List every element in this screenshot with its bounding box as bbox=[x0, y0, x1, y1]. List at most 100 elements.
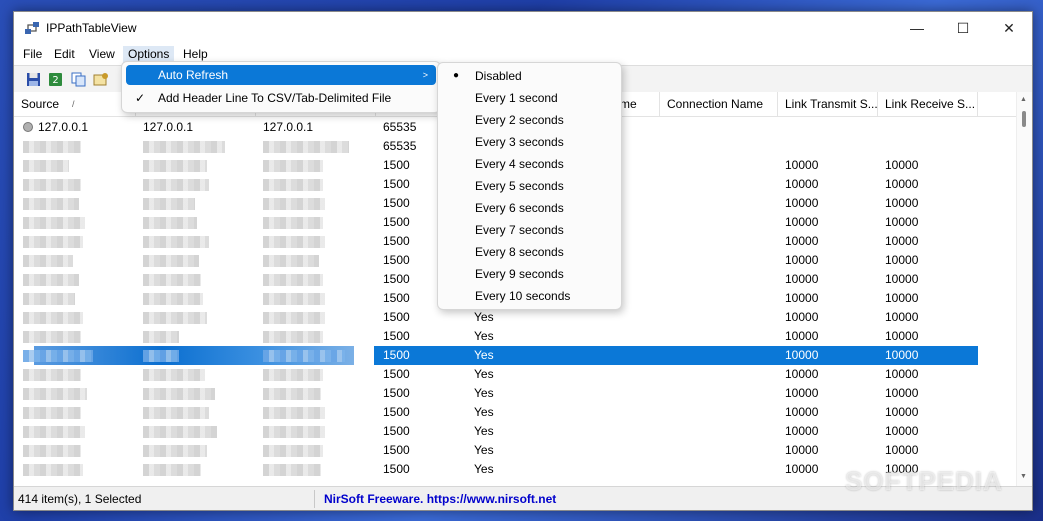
table-row[interactable]: 1500 Yes 10000 10000 bbox=[14, 327, 1016, 346]
submenu-item-label: Disabled bbox=[475, 69, 522, 83]
cell-mtu: 1500 bbox=[383, 443, 410, 457]
column-header-label: Connection Name bbox=[667, 97, 764, 111]
submenu-item[interactable]: Every 1 second bbox=[442, 88, 617, 108]
cell-yes: Yes bbox=[474, 462, 494, 476]
scroll-down-icon[interactable]: ▼ bbox=[1020, 473, 1027, 480]
menu-view[interactable]: View bbox=[84, 46, 120, 63]
redacted-cell bbox=[143, 255, 199, 267]
cell-yes: Yes bbox=[474, 367, 494, 381]
cell-tx: 10000 bbox=[785, 329, 819, 343]
submenu-item-label: Every 2 seconds bbox=[475, 113, 564, 127]
redacted-cell bbox=[263, 445, 323, 457]
table-row[interactable]: 1500 Yes 10000 10000 bbox=[14, 346, 1016, 365]
redacted-cell bbox=[23, 426, 85, 438]
maximize-button[interactable]: ☐ bbox=[940, 12, 986, 44]
menu-edit[interactable]: Edit bbox=[49, 46, 80, 63]
submenu-item[interactable]: ● Disabled bbox=[442, 66, 617, 86]
scrollbar-thumb[interactable] bbox=[1022, 111, 1026, 127]
redacted-cell bbox=[143, 217, 197, 229]
menu-file[interactable]: File bbox=[18, 46, 47, 63]
redacted-cell bbox=[143, 445, 207, 457]
redacted-cell bbox=[143, 312, 207, 324]
submenu-item[interactable]: Every 7 seconds bbox=[442, 220, 617, 240]
save-icon[interactable] bbox=[24, 70, 42, 88]
submenu-item[interactable]: Every 3 seconds bbox=[442, 132, 617, 152]
submenu-item[interactable]: Every 10 seconds bbox=[442, 286, 617, 306]
submenu-item[interactable]: Every 2 seconds bbox=[442, 110, 617, 130]
scroll-up-icon[interactable]: ▲ bbox=[1020, 96, 1027, 103]
cell-tx: 10000 bbox=[785, 177, 819, 191]
minimize-button[interactable]: — bbox=[894, 12, 940, 44]
cell-mtu: 65535 bbox=[383, 120, 417, 134]
redacted-cell bbox=[23, 293, 75, 305]
copy-icon[interactable] bbox=[69, 70, 87, 88]
column-header-connection-name[interactable]: Connection Name bbox=[660, 92, 778, 116]
cell-rx: 10000 bbox=[885, 196, 919, 210]
redacted-cell bbox=[143, 236, 209, 248]
vertical-scrollbar[interactable]: ▲ ▼ bbox=[1016, 92, 1032, 486]
cell-tx: 10000 bbox=[785, 196, 819, 210]
menu-item-label: Auto Refresh bbox=[158, 68, 229, 82]
submenu-item[interactable]: Every 6 seconds bbox=[442, 198, 617, 218]
status-divider bbox=[314, 490, 315, 508]
submenu-item[interactable]: Every 5 seconds bbox=[442, 176, 617, 196]
cell-text: 127.0.0.1 bbox=[143, 120, 194, 134]
table-row[interactable]: 1500 Yes 10000 10000 bbox=[14, 422, 1016, 441]
cell-yes: Yes bbox=[474, 424, 494, 438]
nirsoft-link[interactable]: NirSoft Freeware. https://www.nirsoft.ne… bbox=[320, 487, 556, 510]
refresh-icon[interactable]: 2 bbox=[46, 70, 64, 88]
column-header-source[interactable]: Source / bbox=[14, 92, 136, 116]
sort-ascending-icon: / bbox=[72, 99, 75, 109]
cell-mtu: 1500 bbox=[383, 462, 410, 476]
redacted-cell bbox=[143, 179, 209, 191]
redacted-cell bbox=[263, 198, 325, 210]
status-dot-icon bbox=[23, 122, 33, 132]
cell-yes: Yes bbox=[474, 329, 494, 343]
table-row[interactable]: 1500 Yes 10000 10000 bbox=[14, 441, 1016, 460]
cell-tx: 10000 bbox=[785, 348, 819, 362]
cell-tx: 10000 bbox=[785, 215, 819, 229]
cell-rx: 10000 bbox=[885, 424, 919, 438]
redacted-cell bbox=[23, 464, 83, 476]
cell-mtu: 1500 bbox=[383, 215, 410, 229]
submenu-item[interactable]: Every 8 seconds bbox=[442, 242, 617, 262]
submenu-item[interactable]: Every 4 seconds bbox=[442, 154, 617, 174]
cell-tx: 10000 bbox=[785, 386, 819, 400]
redacted-cell bbox=[23, 312, 83, 324]
redacted-cell bbox=[143, 350, 179, 362]
submenu-item-label: Every 7 seconds bbox=[475, 223, 564, 237]
watermark: SOFTPEDIA bbox=[845, 466, 1003, 496]
column-header-link-transmit[interactable]: Link Transmit S... bbox=[778, 92, 878, 116]
submenu-item[interactable]: Every 9 seconds bbox=[442, 264, 617, 284]
redacted-cell bbox=[263, 236, 325, 248]
cell-rx: 10000 bbox=[885, 215, 919, 229]
cell-tx: 10000 bbox=[785, 158, 819, 172]
redacted-cell bbox=[263, 179, 323, 191]
window-title: IPPathTableView bbox=[46, 21, 137, 35]
cell-address: 127.0.0.1 bbox=[143, 118, 193, 137]
properties-icon[interactable] bbox=[92, 70, 110, 88]
cell-rx: 10000 bbox=[885, 348, 919, 362]
cell-text: 127.0.0.1 bbox=[38, 120, 89, 134]
cell-address: 127.0.0.1 bbox=[263, 118, 313, 137]
table-row[interactable]: 1500 Yes 10000 10000 bbox=[14, 365, 1016, 384]
checkmark-icon: ✓ bbox=[135, 91, 146, 105]
column-header-link-receive[interactable]: Link Receive S... bbox=[878, 92, 978, 116]
radio-bullet-icon: ● bbox=[453, 70, 460, 81]
table-row[interactable]: 1500 Yes 10000 10000 bbox=[14, 384, 1016, 403]
menu-item-auto-refresh[interactable]: Auto Refresh > bbox=[126, 65, 436, 85]
table-row[interactable]: 1500 Yes 10000 10000 bbox=[14, 403, 1016, 422]
redacted-cell bbox=[143, 407, 209, 419]
redacted-cell bbox=[23, 236, 83, 248]
cell-tx: 10000 bbox=[785, 462, 819, 476]
cell-address: 127.0.0.1 bbox=[23, 118, 88, 137]
close-button[interactable]: ✕ bbox=[986, 12, 1032, 44]
redacted-cell bbox=[23, 198, 79, 210]
column-header-label: Source bbox=[21, 97, 60, 111]
cell-mtu: 1500 bbox=[383, 253, 410, 267]
table-row[interactable]: 1500 Yes 10000 10000 bbox=[14, 308, 1016, 327]
redacted-cell bbox=[143, 274, 201, 286]
menu-item-add-header-line[interactable]: ✓ Add Header Line To CSV/Tab-Delimited F… bbox=[126, 88, 436, 108]
redacted-cell bbox=[23, 331, 81, 343]
submenu-item-label: Every 10 seconds bbox=[475, 289, 571, 303]
